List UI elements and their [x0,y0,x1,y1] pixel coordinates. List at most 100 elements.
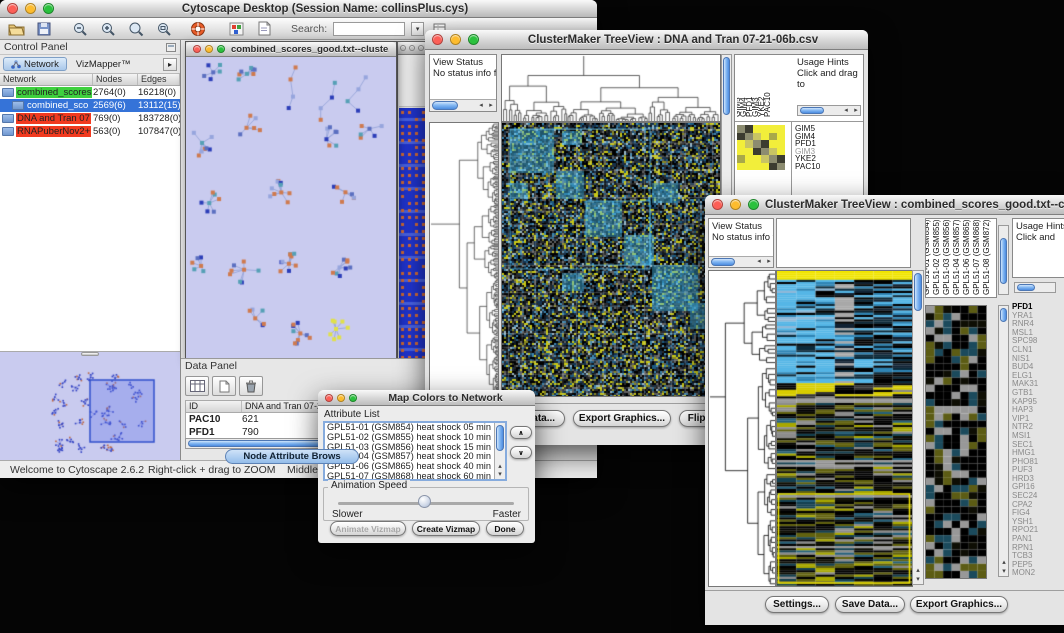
scroll-thumb[interactable] [723,57,730,115]
save-session-icon[interactable] [33,20,55,38]
zoom-button[interactable] [468,34,479,45]
help-lifering-icon[interactable] [187,20,209,38]
slower-label: Slower [332,509,363,520]
scroll-left-icon[interactable]: ◂ [841,107,851,115]
open-session-icon[interactable] [5,20,27,38]
zoom-button[interactable] [748,199,759,210]
minimize-button[interactable] [730,199,741,210]
network-row[interactable]: DNA and Tran 07 769(0) 183728(0) [0,112,180,125]
dialog-button[interactable]: Create Vizmap [412,521,480,536]
treeview2-button[interactable]: Export Graphics... [910,596,1008,613]
gene-name[interactable]: MON2 [1012,569,1064,578]
zoom-in-icon[interactable] [97,20,119,38]
usage-hscrollbar[interactable]: ◂ ▸ [797,105,861,116]
attribute-list-vscrollbar[interactable]: ▴ ▾ [494,423,505,479]
delete-attribute-icon[interactable] [239,376,263,396]
zoom-selected-icon[interactable] [125,20,147,38]
tab-network[interactable]: Network [3,57,67,71]
scroll-down-icon[interactable]: ▾ [495,471,505,479]
minimize-button[interactable] [205,45,213,53]
network-row[interactable]: RNAPuberNov2+ 563(0) 107847(0) [0,125,180,138]
minimize-button[interactable] [25,3,36,14]
annotation-icon[interactable] [253,20,275,38]
scroll-thumb[interactable] [496,425,504,451]
zoom-out-icon[interactable] [69,20,91,38]
matrix-cell [737,125,745,133]
col-id[interactable]: ID [186,401,242,412]
search-input[interactable] [333,22,405,36]
cluster-similarity-matrix[interactable] [737,125,785,170]
column-dendrogram-canvas[interactable] [501,54,721,122]
zoom-button[interactable] [217,45,225,53]
scroll-up-icon[interactable]: ▴ [999,559,1009,567]
view-status-info: No status info f [712,232,774,243]
minimize-button[interactable] [337,394,345,402]
move-down-button[interactable]: ∨ [510,446,532,459]
close-button[interactable] [7,3,18,14]
gene-dendrogram-canvas[interactable] [708,270,776,587]
scroll-up-icon[interactable]: ▴ [495,463,505,471]
col-edges[interactable]: Edges [138,74,180,85]
vizmapper-icon[interactable] [225,20,247,38]
network-overview-canvas[interactable] [2,358,179,458]
heatmap-canvas[interactable] [776,270,913,587]
scroll-thumb[interactable] [800,107,824,114]
scroll-thumb[interactable] [711,258,735,266]
scroll-thumb[interactable] [1017,284,1035,291]
scroll-thumb[interactable] [914,273,922,311]
dialog-button[interactable]: Animate Vizmap [330,521,406,536]
search-dropdown-icon[interactable]: ▾ [411,22,424,36]
minimize-button[interactable] [450,34,461,45]
matrix-cell [753,155,761,163]
matrix-cell [753,133,761,141]
treeview1-button[interactable]: Export Graphics... [573,410,671,427]
zoom-heatmap-canvas[interactable] [925,305,987,579]
gene-dendrogram-canvas[interactable] [429,122,499,397]
close-button[interactable] [712,199,723,210]
close-button[interactable] [325,394,333,402]
scroll-left-icon[interactable]: ◂ [754,258,764,266]
scroll-thumb[interactable] [1000,238,1007,284]
matrix-cell [761,148,769,156]
zoom-button[interactable] [349,394,357,402]
treeview2-button[interactable]: Save Data... [835,596,905,613]
col-nodes[interactable]: Nodes [93,74,138,85]
heatmap-canvas[interactable] [501,122,721,397]
scroll-thumb[interactable] [1000,308,1007,322]
new-attribute-icon[interactable] [212,376,236,396]
network-row[interactable]: combined_scores 2764(0) 16218(0) [0,86,180,99]
usage-hscrollbar[interactable] [1014,282,1056,293]
zoom-vscrollbar[interactable]: ▴ ▾ [998,305,1009,577]
select-attributes-icon[interactable] [185,376,209,396]
close-button[interactable] [432,34,443,45]
heatmap-vscrollbar[interactable]: ▴ ▾ [912,270,924,585]
scroll-down-icon[interactable]: ▾ [999,568,1009,576]
node-attribute-browser-tab[interactable]: Node Attribute Brows [225,449,359,464]
scroll-down-icon[interactable]: ▾ [913,576,923,584]
scroll-up-icon[interactable]: ▴ [913,567,923,575]
zoom-button[interactable] [43,3,54,14]
tab-vizmapper[interactable]: VizMapper™ [69,57,138,71]
float-panel-icon[interactable] [166,43,176,52]
scroll-thumb[interactable] [432,101,458,110]
col-network[interactable]: Network [0,74,93,85]
header-vscrollbar[interactable] [998,225,1009,295]
scroll-right-icon[interactable]: ▸ [851,107,861,115]
matrix-cell [745,155,753,163]
scroll-right-icon[interactable]: ▸ [486,102,496,110]
slider-thumb[interactable] [418,495,431,508]
scroll-left-icon[interactable]: ◂ [476,102,486,110]
view-status-hscrollbar[interactable]: ◂ ▸ [709,256,773,267]
network-row[interactable]: combined_sco 2569(6) 13112(15) [0,99,180,112]
scroll-right-icon[interactable]: ▸ [764,258,773,266]
tab-overflow-icon[interactable]: ▸ [163,58,177,71]
matrix-cell [737,133,745,141]
dialog-button[interactable]: Done [486,521,524,536]
close-button[interactable] [193,45,201,53]
zoom-fit-icon[interactable] [153,20,175,38]
view-status-hscrollbar[interactable]: ◂ ▸ [430,99,496,111]
network-view-canvas[interactable] [186,57,396,359]
split-pane-grip[interactable] [81,352,99,356]
move-up-button[interactable]: ∧ [510,426,532,439]
treeview2-button[interactable]: Settings... [765,596,829,613]
